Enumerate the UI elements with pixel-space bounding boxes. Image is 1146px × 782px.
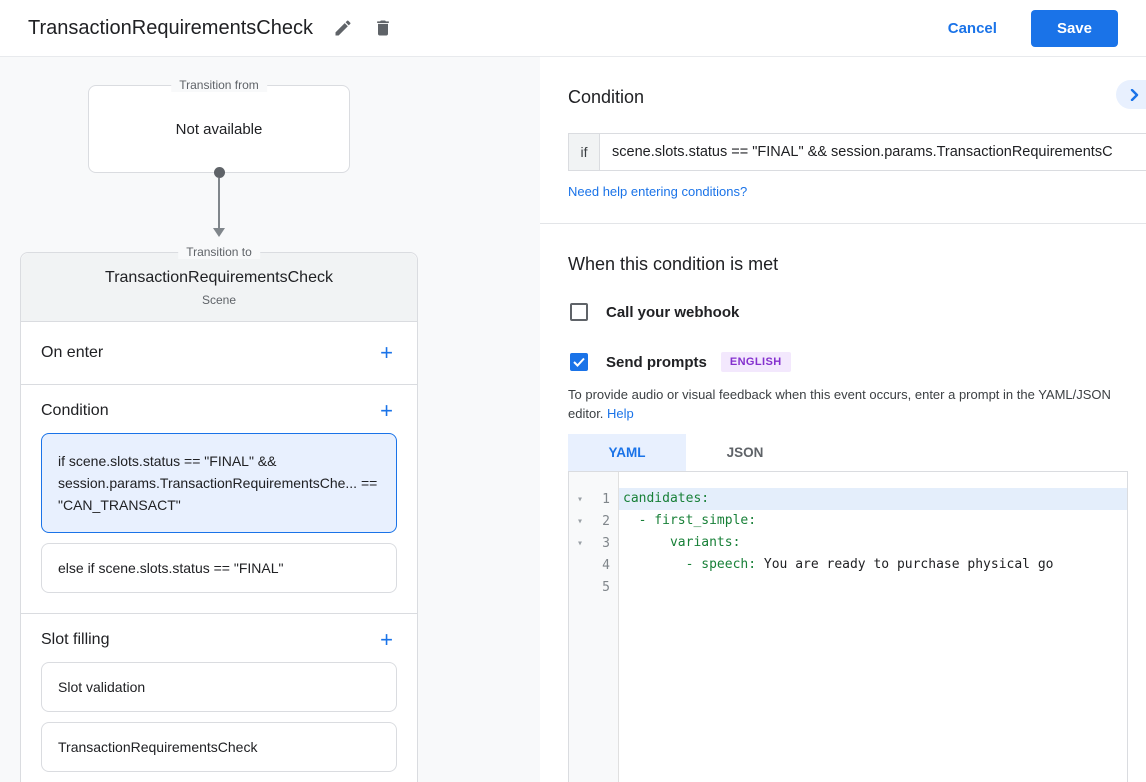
main-area: Transition from Not available Transition…	[0, 57, 1146, 782]
arrow-dot	[213, 167, 225, 178]
scene-card-header[interactable]: TransactionRequirementsCheck Scene	[21, 253, 417, 322]
page-title: TransactionRequirementsCheck	[28, 16, 313, 39]
arrow-line	[218, 178, 220, 228]
condition-items: if scene.slots.status == "FINAL" && sess…	[41, 433, 397, 593]
collapse-panel-button[interactable]	[1116, 80, 1146, 109]
arrow-head-icon	[213, 228, 225, 237]
conditions-help-link[interactable]: Need help entering conditions?	[568, 184, 747, 199]
line-number: 4	[602, 557, 610, 573]
gutter-row: 4	[569, 554, 618, 576]
fold-arrow-icon[interactable]: ▾	[569, 494, 591, 505]
trash-icon	[377, 20, 389, 36]
panel-divider	[540, 223, 1146, 224]
webhook-checkbox[interactable]	[570, 303, 588, 321]
code-area[interactable]: candidates: - first_simple: variants: - …	[619, 472, 1127, 782]
tab-yaml[interactable]: YAML	[568, 434, 686, 471]
gutter-row: 5	[569, 576, 618, 598]
send-prompts-label[interactable]: Send prompts	[606, 354, 707, 371]
edit-button[interactable]	[333, 18, 353, 38]
condition-item[interactable]: if scene.slots.status == "FINAL" && sess…	[41, 433, 397, 533]
condition-panel-title: Condition	[568, 87, 645, 107]
detail-panel: Condition if scene.slots.status == "FINA…	[540, 57, 1146, 782]
gutter-row: ▾ 2	[569, 510, 618, 532]
cancel-button[interactable]: Cancel	[948, 20, 997, 37]
code-line[interactable]: candidates:	[619, 488, 1127, 510]
condition-section-title: Condition	[41, 402, 109, 419]
transition-to-label: Transition to	[178, 245, 260, 259]
on-enter-title: On enter	[41, 344, 104, 361]
tab-json[interactable]: JSON	[686, 434, 804, 471]
language-badge: ENGLISH	[720, 352, 791, 372]
yaml-key-text: - speech:	[623, 557, 757, 572]
condition-expression-row: if scene.slots.status == "FINAL" && sess…	[568, 133, 1146, 171]
slot-filling-item[interactable]: TransactionRequirementsCheck	[41, 722, 397, 772]
check-icon	[573, 357, 585, 367]
app-window: TransactionRequirementsCheck Cancel Save…	[0, 0, 1146, 782]
fold-arrow-icon[interactable]: ▾	[569, 538, 591, 549]
slot-filling-section: Slot filling + Slot validation Transactio…	[21, 614, 417, 782]
line-number: 3	[602, 535, 610, 551]
gutter-row: ▾ 3	[569, 532, 618, 554]
transition-from-box: Transition from Not available	[88, 78, 350, 173]
on-enter-section: On enter +	[21, 322, 417, 385]
condition-section: Condition + if scene.slots.status == "FI…	[21, 385, 417, 614]
delete-button[interactable]	[373, 18, 393, 38]
send-prompts-checkbox[interactable]	[570, 353, 588, 371]
scene-name: TransactionRequirementsCheck	[105, 269, 333, 286]
slot-filling-item[interactable]: Slot validation	[41, 662, 397, 712]
yaml-editor: ▾ 1 ▾ 2 ▾ 3 4 5 candidates: - first_simple: var…	[568, 471, 1128, 782]
save-button[interactable]: Save	[1030, 9, 1118, 47]
prompt-hint-text: To provide audio or visual feedback when…	[568, 387, 1111, 421]
webhook-label[interactable]: Call your webhook	[606, 304, 739, 321]
yaml-key-text: variants:	[623, 535, 741, 550]
chevron-right-icon	[1130, 88, 1139, 101]
top-bar: TransactionRequirementsCheck Cancel Save	[0, 0, 1146, 57]
gutter-row: ▾ 1	[569, 488, 618, 510]
line-number: 1	[602, 491, 610, 507]
flow-canvas: Transition from Not available Transition…	[0, 57, 540, 782]
line-number: 2	[602, 513, 610, 529]
prompt-hint: To provide audio or visual feedback when…	[568, 385, 1128, 423]
add-on-enter-button[interactable]: +	[376, 342, 397, 364]
scene-card: Transition to TransactionRequirementsChe…	[20, 245, 418, 782]
transition-from-content: Not available	[175, 120, 263, 138]
slot-items: Slot validation TransactionRequirementsCh…	[41, 662, 397, 772]
code-line[interactable]: variants:	[619, 532, 1127, 554]
help-link[interactable]: Help	[607, 406, 634, 421]
yaml-key-text: - first_simple:	[623, 513, 757, 528]
line-number: 5	[602, 579, 610, 595]
add-condition-button[interactable]: +	[376, 400, 397, 422]
code-line[interactable]	[619, 576, 1127, 598]
code-line[interactable]: - speech: You are ready to purchase phys…	[619, 554, 1127, 576]
yaml-value-text: You are ready to purchase physical go	[756, 557, 1054, 572]
slot-filling-title: Slot filling	[41, 631, 110, 648]
yaml-key-text: candidates:	[623, 491, 710, 506]
editor-tabs: YAML JSON	[568, 434, 1146, 471]
code-line[interactable]: - first_simple:	[619, 510, 1127, 532]
condition-input[interactable]: scene.slots.status == "FINAL" && session…	[600, 134, 1146, 170]
add-slot-button[interactable]: +	[376, 629, 397, 651]
pencil-icon	[335, 20, 351, 36]
editor-gutter: ▾ 1 ▾ 2 ▾ 3 4 5	[569, 472, 619, 782]
if-label: if	[569, 134, 600, 170]
transition-arrow	[211, 167, 227, 237]
when-condition-title: When this condition is met	[568, 254, 779, 274]
fold-arrow-icon[interactable]: ▾	[569, 516, 591, 527]
transition-from-label: Transition from	[171, 78, 267, 92]
condition-item[interactable]: else if scene.slots.status == "FINAL"	[41, 543, 397, 593]
scene-type: Scene	[201, 293, 237, 307]
